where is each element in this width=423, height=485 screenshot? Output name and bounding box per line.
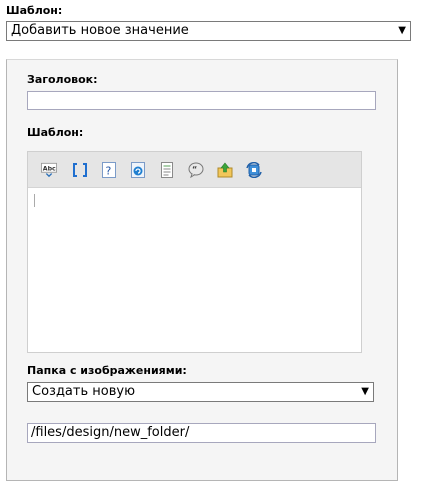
template-label: Шаблон: <box>6 4 63 17</box>
template-editor[interactable]: Abc ? “ <box>27 151 362 353</box>
editor-toolbar: Abc ? “ <box>28 152 361 188</box>
chevron-down-icon: ▼ <box>361 386 369 397</box>
title-label: Заголовок: <box>27 73 98 86</box>
svg-text:“: “ <box>192 165 197 174</box>
images-folder-label: Папка с изображениями: <box>27 364 187 377</box>
upload-icon[interactable] <box>217 162 233 178</box>
spellcheck-icon[interactable]: Abc <box>41 162 57 178</box>
title-input[interactable] <box>27 91 376 110</box>
folder-path-input[interactable]: /files/design/new_folder/ <box>27 423 376 443</box>
template-text-label: Шаблон: <box>27 126 84 139</box>
svg-text:Abc: Abc <box>43 165 56 172</box>
sync-icon[interactable] <box>246 162 262 178</box>
svg-text:?: ? <box>106 165 112 178</box>
template-select[interactable]: Добавить новое значение ▼ <box>6 21 411 41</box>
images-folder-select[interactable]: Создать новую ▼ <box>27 382 374 402</box>
help-icon[interactable]: ? <box>101 162 117 178</box>
chevron-down-icon: ▼ <box>398 25 406 36</box>
template-select-value: Добавить новое значение <box>11 23 189 38</box>
refresh-page-icon[interactable] <box>130 162 146 178</box>
text-cursor <box>34 194 35 207</box>
quote-icon[interactable]: “ <box>188 162 204 178</box>
document-icon[interactable] <box>159 162 175 178</box>
images-folder-select-value: Создать новую <box>32 384 136 399</box>
brackets-icon[interactable] <box>72 162 88 178</box>
